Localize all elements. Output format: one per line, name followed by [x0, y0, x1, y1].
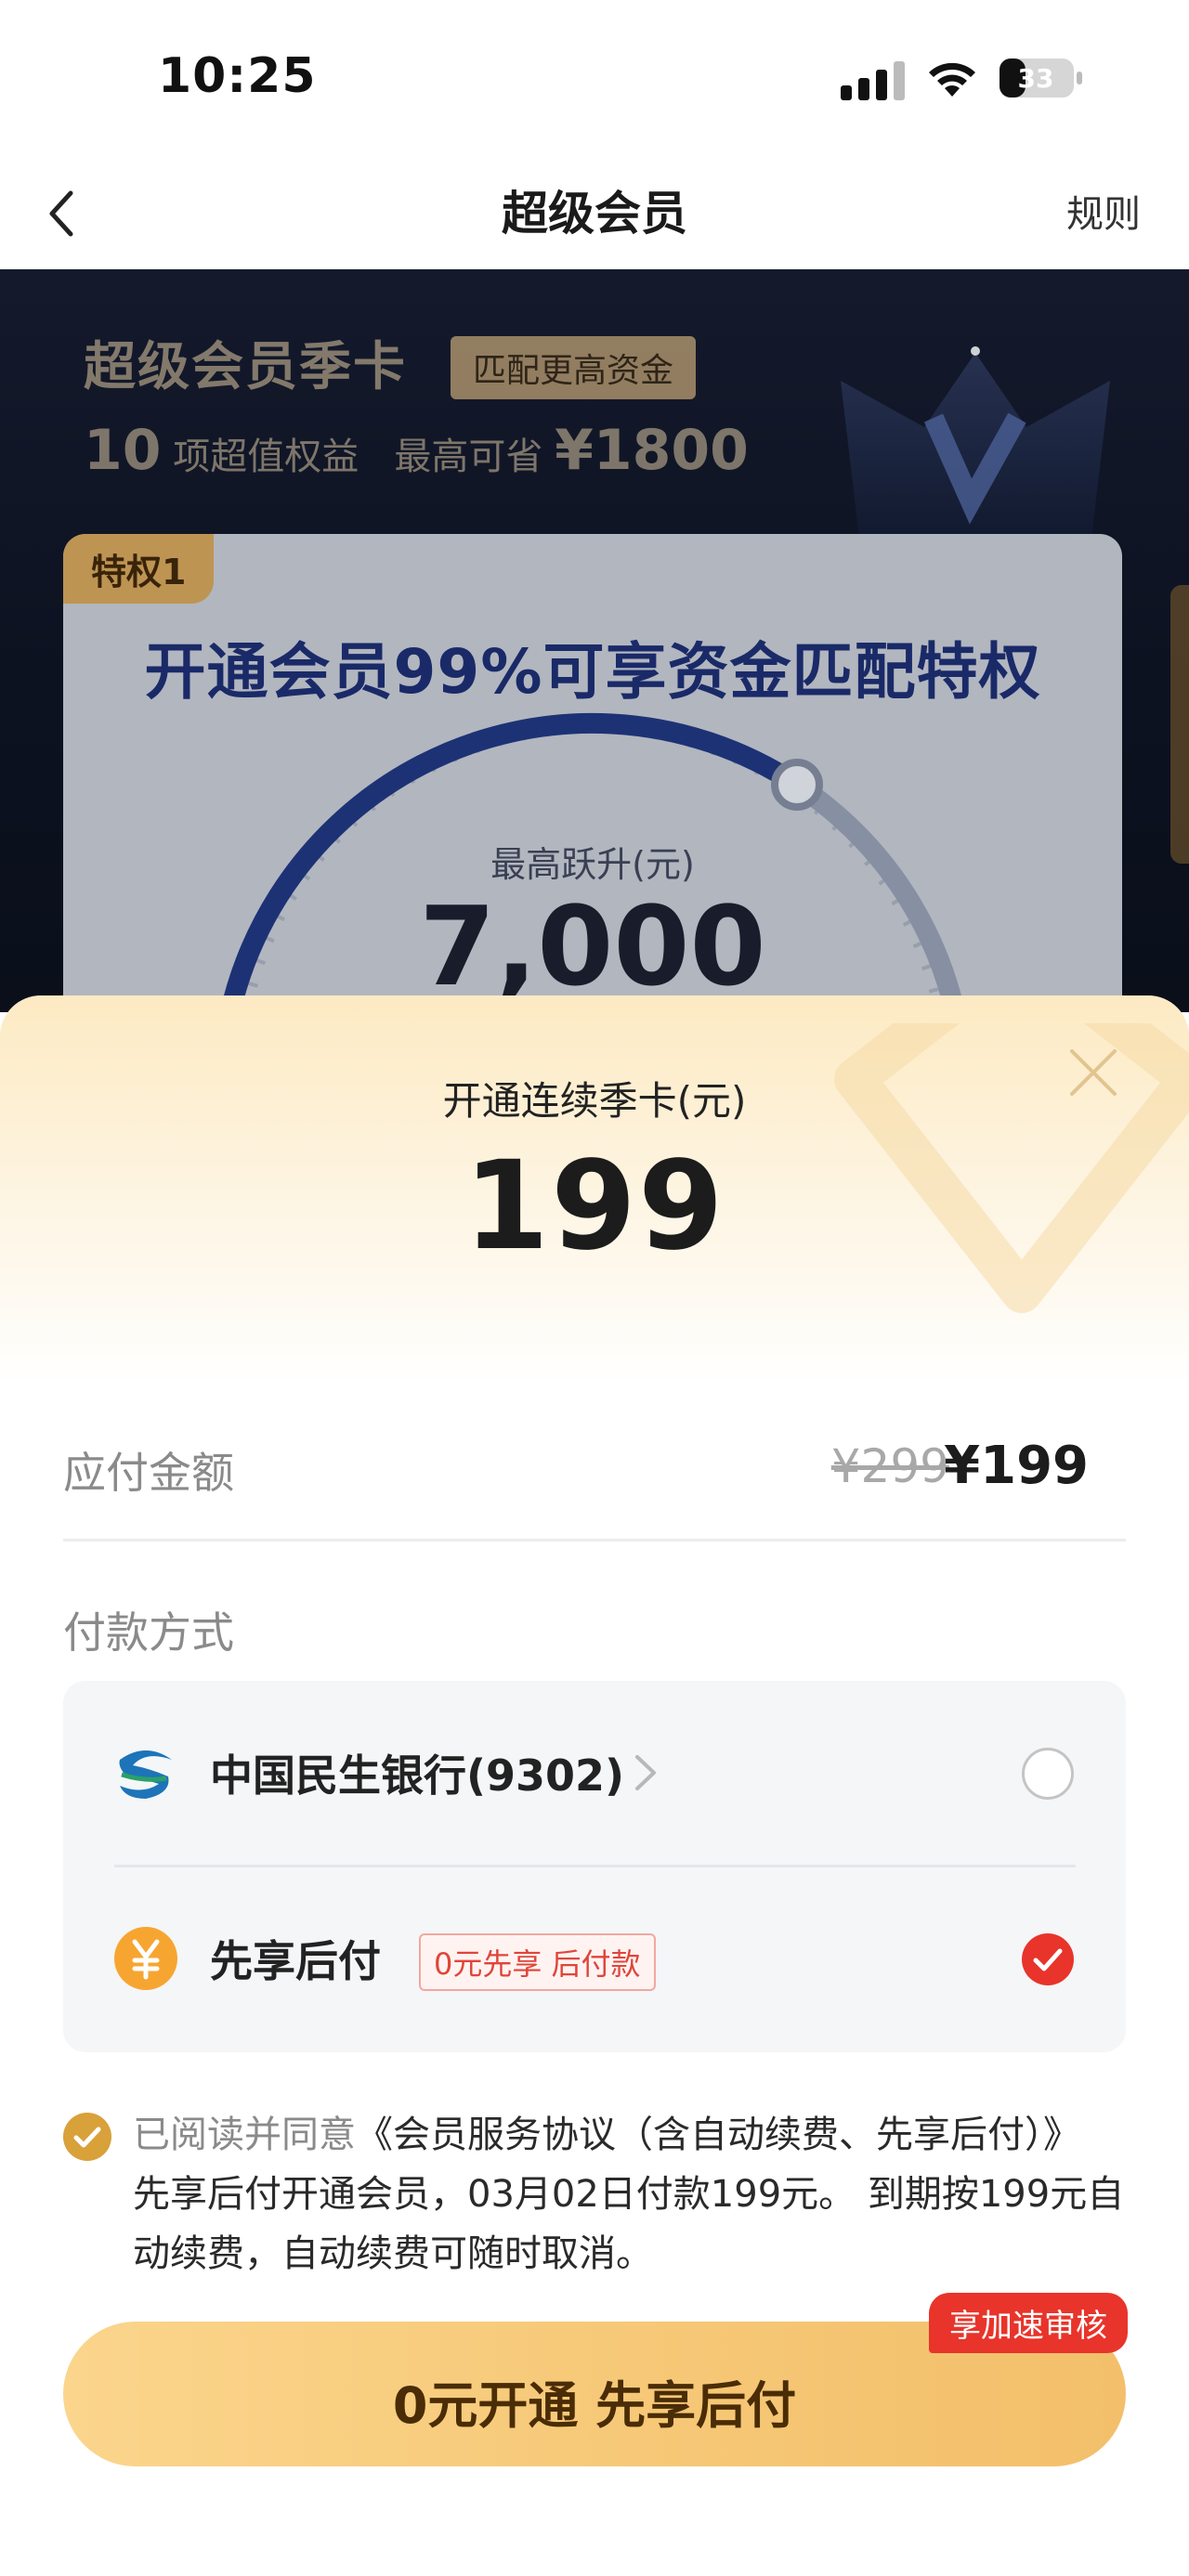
payment-option-pay-later[interactable]: 先享后付 0元先享 后付款 [63, 1867, 1126, 2049]
battery-icon: 33 [1000, 59, 1082, 98]
pay-later-badge: 0元先享 后付款 [419, 1933, 656, 1991]
payment-option-bank[interactable]: 中国民生银行(9302) [63, 1681, 1126, 1863]
radio-selected-check-icon[interactable] [1022, 1933, 1074, 1985]
bank-name: 中国民生银行(9302) [210, 1750, 625, 1801]
agreement-link[interactable]: 《会员服务协议（含自动续费、先享后付）》 [356, 2114, 1080, 2156]
page-title: 超级会员 [502, 187, 687, 241]
agreement-prefix: 已阅读并同意 [133, 2114, 356, 2156]
amount-row: 应付金额 ¥299 ¥199 [63, 1423, 1126, 1516]
plan-label: 开通连续季卡(元) [442, 1078, 747, 1124]
vip-crown-icon [841, 346, 1110, 539]
rules-link[interactable]: 规则 [1066, 184, 1141, 238]
battery-level: 33 [1018, 63, 1054, 94]
amount-label: 应付金额 [63, 1448, 234, 1498]
cmbc-bank-logo-icon [119, 1750, 172, 1799]
privilege-card[interactable]: 特权1 开通会员99%可享资金匹配特权 最高跃升(元) 7,000 [63, 534, 1122, 1012]
radio-unselected[interactable] [1022, 1748, 1074, 1800]
discount-price: ¥199 [944, 1436, 1089, 1496]
benefit-text: 项超值权益 [173, 436, 359, 478]
agreement-detail-line-2: 动续费，自动续费可随时取消。 [133, 2232, 653, 2275]
status-bar: 10:25 33 [0, 0, 1189, 158]
pay-later-name: 先享后付 [210, 1936, 381, 1986]
privilege-tag: 特权1 [63, 534, 215, 604]
agreement-detail-line-1: 先享后付开通会员，03月02日付款199元。 到期按199元自 [133, 2173, 1125, 2216]
original-price: ¥299 [830, 1439, 949, 1493]
agreement-checkbox-icon[interactable] [63, 2113, 111, 2161]
banner-tag: 匹配更高资金 [451, 336, 697, 399]
fast-review-badge: 享加速审核 [929, 2293, 1128, 2353]
chevron-right-icon[interactable] [632, 1750, 660, 1796]
gauge-value: 7,000 [419, 882, 766, 1010]
payment-sheet: 开通连续季卡(元) 199 应付金额 ¥299 ¥199 付款方式 中国民生银行… [0, 995, 1189, 2576]
plan-price: 199 [464, 1135, 725, 1278]
divider [63, 1539, 1126, 1542]
banner-subtitle: 10 项超值权益 最高可省 ¥1800 [84, 418, 749, 483]
payment-method-list: 中国民生银行(9302) 先享后付 0元先享 后付款 [63, 1681, 1126, 2052]
membership-banner: 超级会员季卡 匹配更高资金 10 项超值权益 最高可省 ¥1800 特权1 开通… [0, 269, 1189, 1012]
activate-button-label: 0元开通 先享后付 [392, 2376, 797, 2435]
yuan-coin-icon [114, 1927, 177, 1990]
saving-text: 最高可省 [394, 436, 543, 478]
gauge-label: 最高跃升(元) [490, 844, 695, 885]
benefit-count: 10 [84, 418, 162, 483]
wifi-icon [929, 62, 975, 97]
agreement-text: 已阅读并同意《会员服务协议（含自动续费、先享后付）》 先享后付开通会员，03月0… [133, 2105, 1127, 2283]
next-card-peek[interactable] [1170, 585, 1189, 864]
saving-amount: ¥1800 [555, 418, 749, 483]
cellular-signal-icon [841, 61, 905, 100]
status-time: 10:25 [158, 48, 317, 104]
banner-title: 超级会员季卡 [84, 337, 407, 397]
nav-bar: 超级会员 规则 [0, 158, 1189, 269]
payment-method-title: 付款方式 [63, 1607, 234, 1658]
